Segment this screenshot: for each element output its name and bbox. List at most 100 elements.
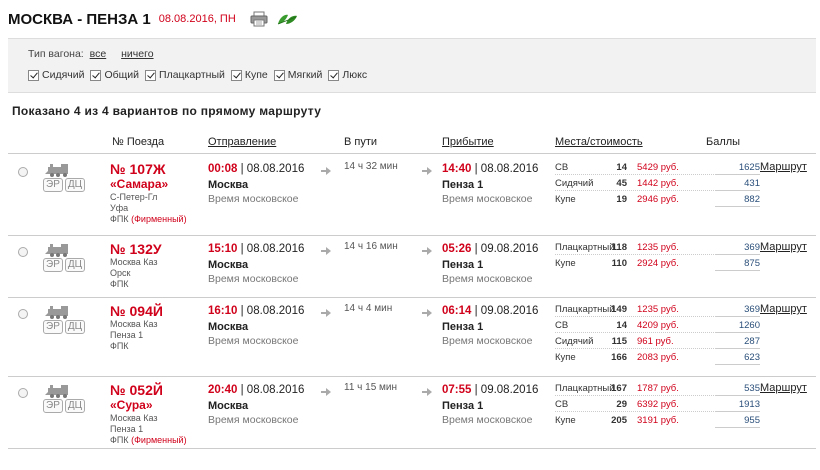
wagon-type-filter: Тип вагона: все ничего Сидячий Общий Плацк…: [8, 38, 816, 93]
train-select-radio[interactable]: [18, 388, 28, 398]
seat-class-row[interactable]: Купе 166 2083 руб. 623: [555, 349, 760, 365]
train-select-radio[interactable]: [18, 309, 28, 319]
seat-class: Плацкартный: [555, 242, 615, 253]
wagon-type-checkbox[interactable]: Мягкий: [273, 69, 322, 81]
route-link[interactable]: Маршрут: [760, 241, 807, 253]
departure-date: | 08.08.2016: [237, 384, 305, 396]
seat-price: 1787 руб.: [637, 383, 679, 394]
seat-score: 369: [715, 304, 760, 317]
train-number[interactable]: № 107Ж: [110, 161, 166, 177]
seat-price: 4209 руб.: [637, 320, 679, 331]
checkbox-checked-icon[interactable]: [230, 69, 242, 81]
departure-timezone: Время московское: [208, 193, 299, 205]
seat-class-row[interactable]: Купе 19 2946 руб. 882: [555, 191, 760, 207]
col-departure[interactable]: Отправление: [208, 136, 276, 148]
checkbox-checked-icon[interactable]: [328, 69, 340, 81]
service-badge: ДЦ: [64, 399, 86, 413]
train-select-radio[interactable]: [18, 247, 28, 257]
seat-score: 535: [715, 383, 760, 396]
wagon-type-checkbox[interactable]: Люкс: [328, 69, 367, 81]
train-destination: Уфа: [110, 203, 129, 213]
train-number[interactable]: № 052Й: [110, 382, 163, 398]
departure-datetime: 15:10 | 08.08.2016: [208, 243, 304, 255]
train-number[interactable]: № 132У: [110, 241, 162, 257]
col-seats[interactable]: Места/стоимость: [555, 136, 643, 148]
select-all-link[interactable]: все: [90, 48, 107, 60]
col-train[interactable]: № Поезда: [112, 136, 164, 148]
seat-count: 166: [611, 352, 627, 363]
checkbox-checked-icon[interactable]: [145, 69, 157, 81]
seat-score: 431: [715, 178, 760, 191]
wagon-type-checkbox[interactable]: Плацкартный: [145, 69, 225, 81]
seat-class-row[interactable]: СВ 29 6392 руб. 1913: [555, 396, 760, 412]
seat-price: 2924 руб.: [637, 258, 679, 269]
train-carrier: ФПК (Фирменный): [110, 214, 187, 224]
wagon-type-checkbox[interactable]: Сидячий: [28, 69, 84, 81]
wagon-type-label: Люкс: [342, 69, 368, 81]
seat-class-row[interactable]: Сидячий 45 1442 руб. 431: [555, 175, 760, 191]
seat-class-row[interactable]: Сидячий 115 961 руб. 287: [555, 333, 760, 349]
arrow-right-icon: [321, 167, 331, 175]
train-carrier: ФПК: [110, 279, 129, 289]
train-row: ЭР ДЦ № 107Ж «Самара» С-Петер-Гл Уфа ФПК (Фирм…: [8, 156, 816, 236]
seat-class-row[interactable]: Купе 110 2924 руб. 875: [555, 255, 760, 271]
seat-score: 369: [715, 242, 760, 255]
train-badges: ЭР ДЦ: [43, 178, 87, 192]
service-badge: ДЦ: [64, 178, 86, 192]
seat-class-row[interactable]: Купе 205 3191 руб. 955: [555, 412, 760, 428]
seat-score: 1625: [715, 162, 760, 175]
seat-class: СВ: [555, 162, 569, 173]
checkbox-checked-icon[interactable]: [273, 69, 285, 81]
seat-class: Купе: [555, 194, 576, 205]
col-duration[interactable]: В пути: [344, 136, 377, 148]
arrival-timezone: Время московское: [442, 193, 533, 205]
wagon-type-label: Сидячий: [42, 69, 85, 81]
service-badge: ДЦ: [64, 258, 86, 272]
seat-count: 19: [616, 194, 627, 205]
seat-count: 29: [616, 399, 627, 410]
wagon-type-label: Плацкартный: [159, 69, 225, 81]
train-number[interactable]: № 094Й: [110, 303, 163, 319]
departure-date: | 08.08.2016: [237, 305, 305, 317]
printer-icon[interactable]: [250, 11, 268, 27]
wagon-type-checkbox[interactable]: Купе: [230, 69, 268, 81]
seat-score: 882: [715, 194, 760, 207]
checkbox-checked-icon[interactable]: [28, 69, 39, 81]
carrier-name: ФПК: [110, 341, 129, 351]
seat-score: 1260: [715, 320, 760, 333]
seat-class-row[interactable]: СВ 14 4209 руб. 1260: [555, 317, 760, 333]
seat-class-row[interactable]: Плацкартный 118 1235 руб. 369: [555, 239, 760, 255]
filter-label: Тип вагона:: [28, 48, 84, 60]
leaf-icon[interactable]: [276, 12, 298, 26]
locomotive-icon: [45, 385, 68, 398]
arrival-datetime: 07:55 | 09.08.2016: [442, 384, 538, 396]
seat-class-row[interactable]: Плацкартный 167 1787 руб. 535: [555, 380, 760, 396]
seat-class: Купе: [555, 258, 576, 269]
carrier-name: ФПК: [110, 279, 129, 289]
service-badge: ЭР: [43, 399, 63, 413]
arrow-right-icon: [321, 247, 331, 255]
wagon-type-label: Общий: [104, 69, 140, 81]
service-badge: ЭР: [43, 320, 63, 334]
wagon-type-checkbox[interactable]: Общий: [90, 69, 139, 81]
seat-score: 955: [715, 415, 760, 428]
seat-class-row[interactable]: Плацкартный 149 1235 руб. 369: [555, 301, 760, 317]
seat-class: Сидячий: [555, 178, 594, 189]
train-destination: Орск: [110, 268, 131, 278]
seat-count: 205: [611, 415, 627, 426]
select-none-link[interactable]: ничего: [121, 48, 153, 60]
col-arrival[interactable]: Прибытие: [442, 136, 494, 148]
seat-class-row[interactable]: СВ 14 5429 руб. 1625: [555, 159, 760, 175]
train-name: «Самара»: [110, 177, 169, 191]
departure-date: | 08.08.2016: [237, 243, 305, 255]
seats-table: Плацкартный 118 1235 руб. 369 Купе 110 2924 ру…: [555, 239, 760, 271]
train-select-radio[interactable]: [18, 167, 28, 177]
route-link[interactable]: Маршрут: [760, 161, 807, 173]
route-link[interactable]: Маршрут: [760, 382, 807, 394]
train-name: «Сура»: [110, 398, 153, 412]
checkbox-checked-icon[interactable]: [90, 69, 102, 81]
seat-count: 167: [611, 383, 627, 394]
departure-time: 20:40: [208, 384, 238, 396]
route-link[interactable]: Маршрут: [760, 303, 807, 315]
train-badges: ЭР ДЦ: [43, 320, 87, 334]
